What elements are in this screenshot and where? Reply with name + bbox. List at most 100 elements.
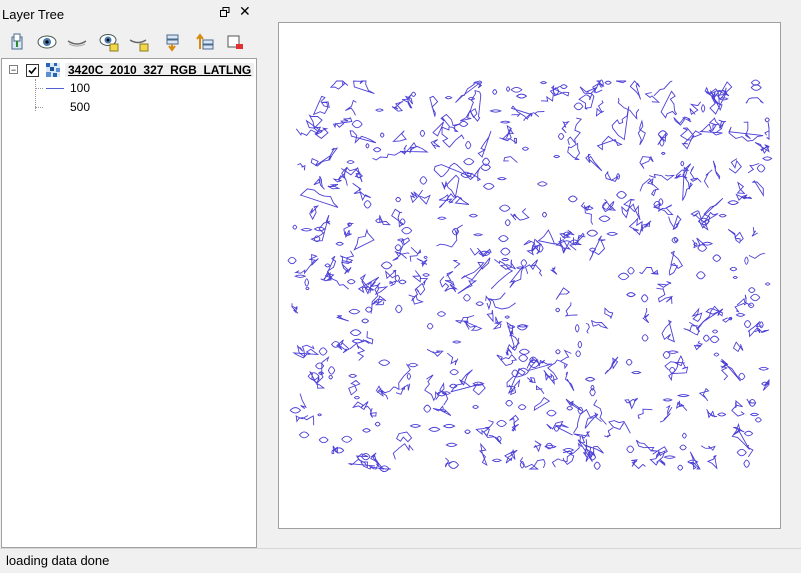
contour-line: [573, 102, 584, 111]
contour-line: [668, 250, 684, 276]
contour-line: [631, 371, 642, 375]
contour-line: [472, 233, 484, 237]
contour-line: [482, 182, 495, 190]
add-layer-icon[interactable]: [6, 31, 28, 53]
show-selected-icon[interactable]: [98, 31, 120, 53]
contour-line: [449, 369, 459, 376]
checkmark-icon: [28, 66, 37, 75]
contour-line: [680, 160, 685, 167]
contour-line: [712, 254, 722, 262]
contour-line: [486, 310, 494, 323]
contour-line: [496, 177, 507, 181]
contour-line: [445, 442, 458, 448]
contour-line: [407, 362, 419, 368]
contour-line: [505, 86, 511, 92]
contour-line: [352, 182, 372, 202]
contour-line: [617, 272, 630, 281]
contour-line: [673, 116, 692, 126]
contour-line: [498, 204, 511, 212]
contour-line: [627, 267, 635, 275]
contour-line: [764, 282, 771, 286]
contour-line: [526, 238, 541, 256]
contour-line: [662, 398, 673, 402]
contour-line: [615, 80, 627, 84]
contour-line: [711, 329, 719, 334]
contour-line: [496, 353, 518, 367]
contour-line: [505, 399, 514, 407]
move-up-icon[interactable]: [194, 31, 216, 53]
contour-line: [372, 147, 382, 153]
contour-line: [348, 458, 375, 470]
close-icon[interactable]: ✕: [239, 3, 251, 19]
contour-line: [555, 307, 561, 313]
contour-line: [580, 202, 594, 225]
map-canvas[interactable]: [278, 22, 781, 529]
contour-line: [731, 399, 745, 417]
contour-line: [709, 335, 720, 344]
contour-line: [430, 139, 441, 150]
contour-line: [561, 120, 570, 134]
contour-line: [499, 120, 511, 124]
contour-line: [504, 315, 510, 319]
contour-line: [586, 229, 599, 237]
float-window-icon[interactable]: [220, 6, 230, 17]
contour-line: [313, 175, 325, 190]
contour-line: [294, 274, 307, 278]
hide-all-icon[interactable]: [66, 31, 88, 53]
contour-line: [496, 420, 507, 427]
raster-layer-icon: [46, 63, 60, 77]
contour-line: [332, 117, 353, 129]
contour-line: [639, 266, 659, 275]
contour-line: [608, 420, 631, 434]
contour-line: [764, 117, 770, 123]
contour-line: [691, 307, 703, 322]
contour-line: [401, 226, 413, 235]
contour-line: [656, 287, 674, 304]
dock-splitter[interactable]: [257, 0, 277, 548]
legend-item-100: 100: [70, 81, 91, 95]
contour-line: [346, 160, 355, 165]
contour-line: [695, 271, 706, 280]
contour-line: [362, 428, 371, 433]
hide-selected-icon[interactable]: [128, 31, 150, 53]
layer-name[interactable]: 3420C_2010_327_RGB_LATLNG: [65, 63, 255, 77]
contour-line: [689, 101, 702, 116]
contour-line: [663, 455, 677, 459]
layer-visibility-checkbox[interactable]: [26, 64, 39, 77]
remove-layer-icon[interactable]: [224, 31, 246, 53]
contour-line: [635, 439, 658, 452]
contour-line: [584, 376, 596, 382]
contour-line: [453, 259, 461, 269]
collapse-toggle[interactable]: −: [9, 65, 18, 75]
contour-line: [410, 91, 417, 97]
contour-line: [510, 113, 521, 118]
contour-line: [652, 202, 674, 216]
contour-line: [361, 331, 374, 345]
show-all-icon[interactable]: [36, 31, 58, 53]
contour-line: [335, 241, 344, 246]
contour-line: [460, 369, 473, 386]
contour-line: [661, 319, 675, 343]
contour-line: [577, 340, 583, 349]
contour-line: [681, 432, 687, 439]
contour-line: [365, 143, 370, 149]
contour-line: [508, 378, 521, 396]
contour-line: [533, 396, 551, 411]
contour-line: [506, 367, 526, 394]
contour-line: [693, 242, 698, 247]
contour-line: [598, 215, 611, 222]
contour-line: [411, 270, 429, 286]
move-down-icon[interactable]: [162, 31, 184, 53]
contour-line: [629, 80, 642, 100]
contour-line: [744, 256, 749, 265]
contour-line: [628, 217, 643, 236]
contour-line: [478, 442, 488, 467]
contour-line: [353, 395, 361, 400]
contour-line: [544, 444, 557, 449]
contour-line: [477, 130, 492, 158]
contour-line: [394, 274, 401, 282]
contour-line: [743, 430, 754, 437]
contour-line: [490, 259, 514, 290]
contour-line: [712, 160, 721, 180]
contour-line: [308, 253, 319, 266]
